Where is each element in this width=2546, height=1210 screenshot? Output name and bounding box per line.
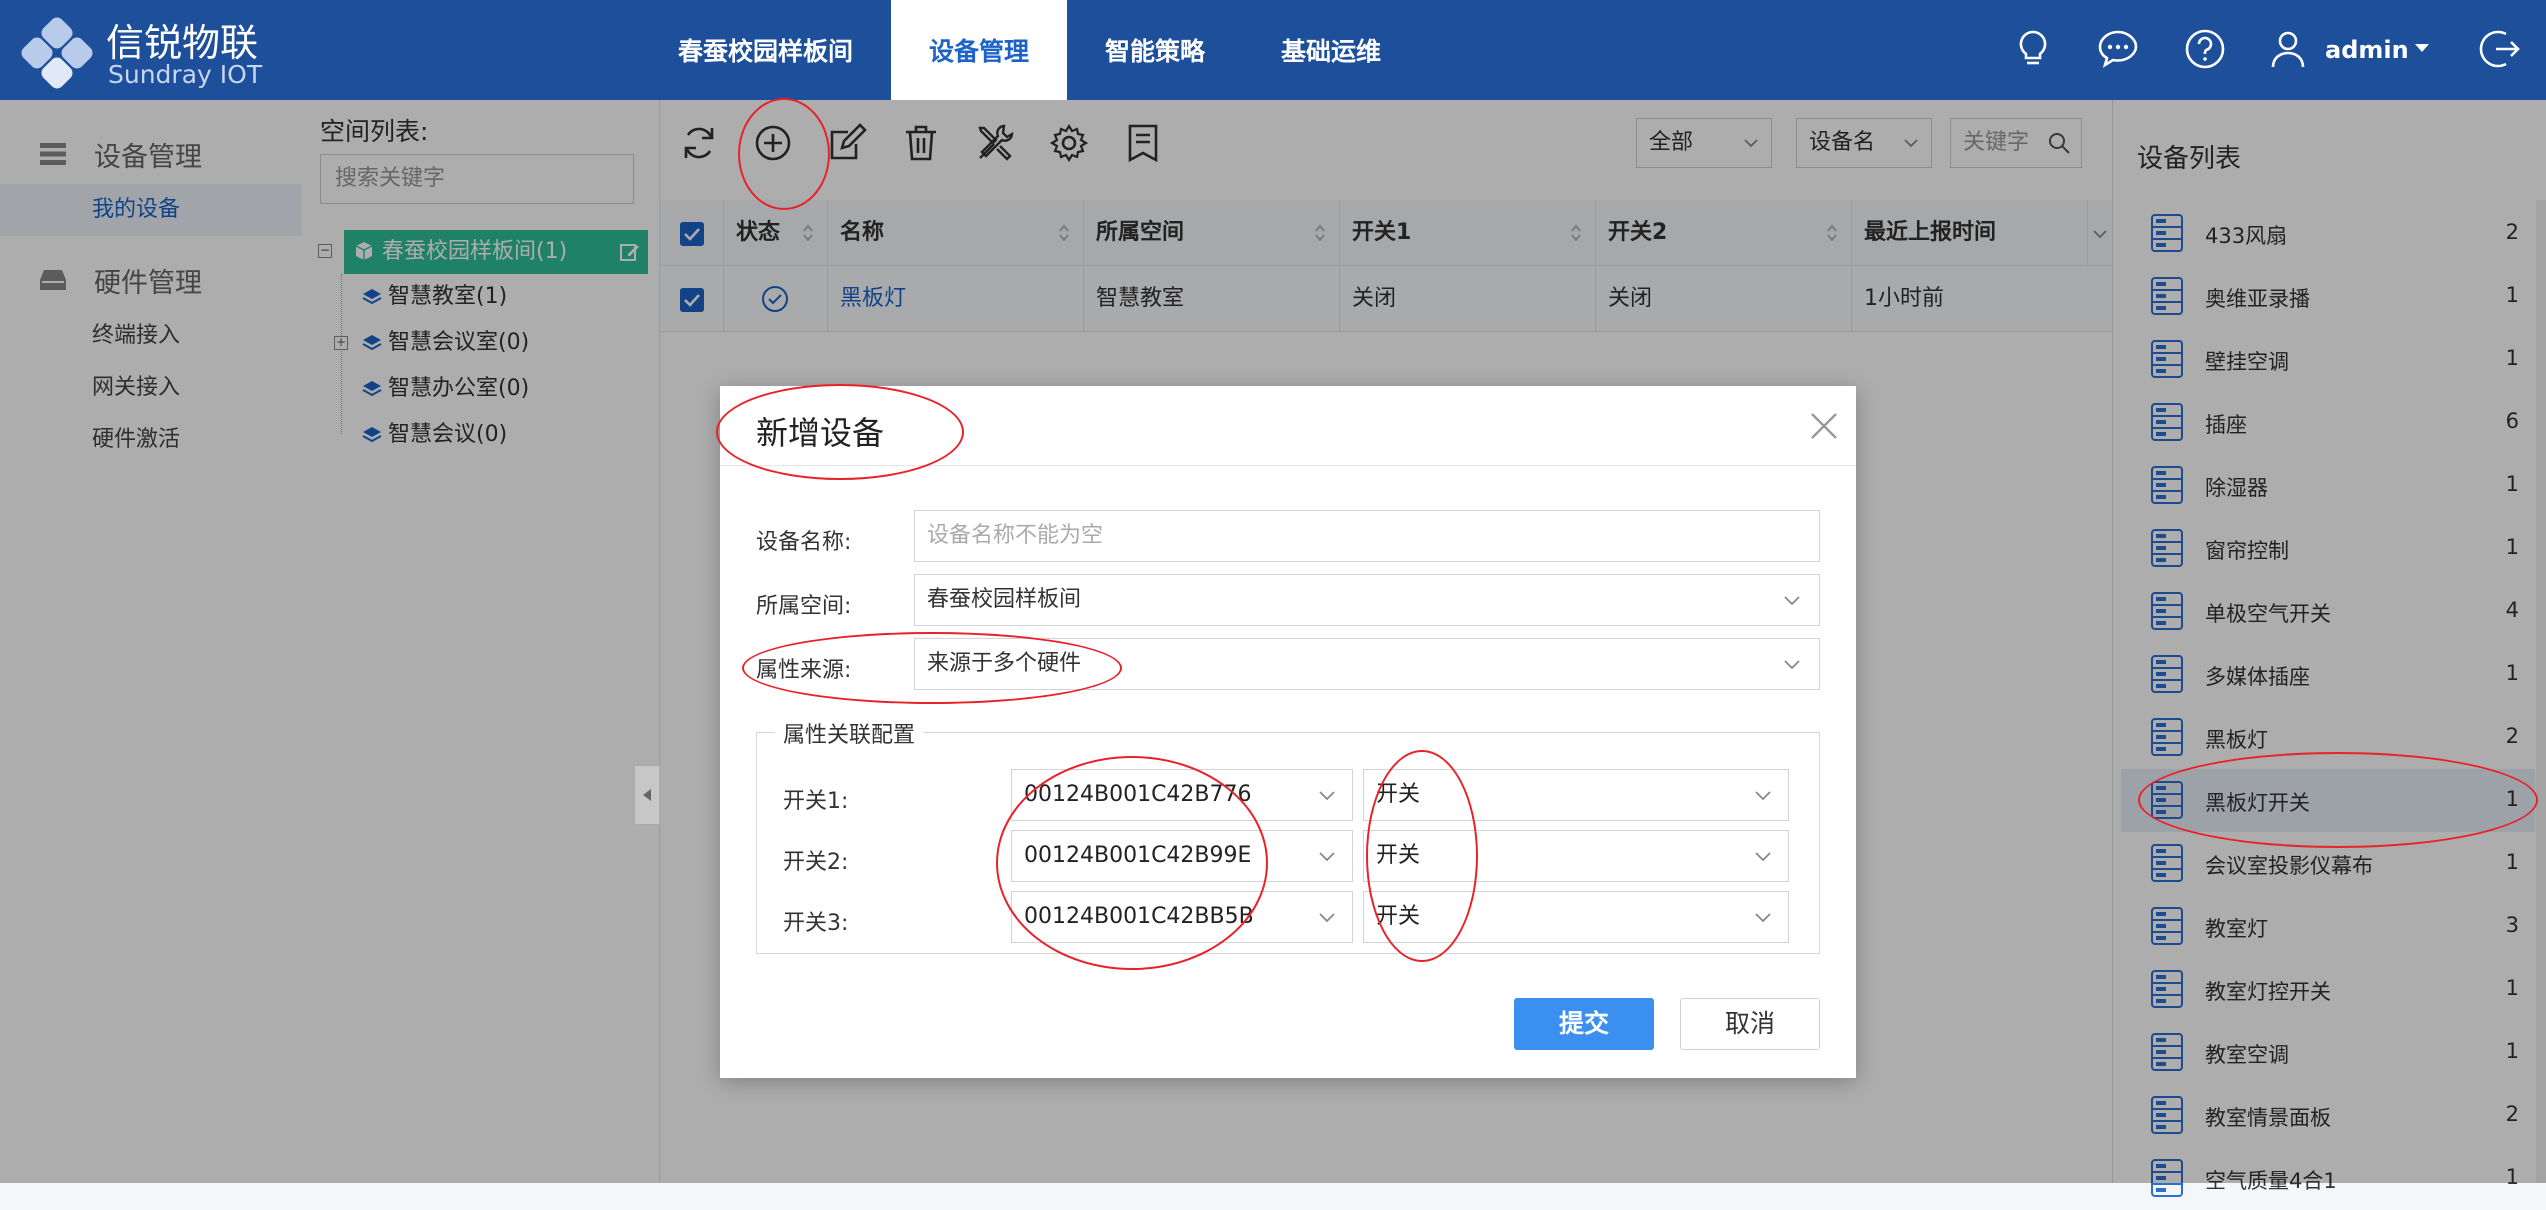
caret-down-icon[interactable] — [2412, 38, 2432, 58]
binding-hardware-select[interactable]: 00124B001C42B776 — [1011, 769, 1353, 821]
top-header: 信锐物联 Sundray IOT 春蚕校园样板间 设备管理 智能策略 基础运维 … — [0, 0, 2546, 100]
space-select-value: 春蚕校园样板间 — [927, 587, 1082, 612]
chevron-down-icon — [1755, 852, 1771, 862]
chevron-down-icon — [1784, 660, 1800, 670]
submit-button[interactable]: 提交 — [1514, 998, 1654, 1050]
space-label: 所属空间: — [756, 594, 852, 619]
cancel-button[interactable]: 取消 — [1680, 998, 1820, 1050]
source-select[interactable]: 来源于多个硬件 — [914, 638, 1820, 690]
chevron-down-icon — [1784, 596, 1800, 606]
chevron-left-icon — [643, 789, 651, 801]
binding-attribute-select[interactable]: 开关 — [1363, 891, 1789, 943]
username[interactable]: admin — [2325, 36, 2409, 64]
chevron-down-icon — [1319, 791, 1335, 801]
lightbulb-icon[interactable] — [2010, 26, 2056, 72]
dialog-header: 新增设备 — [720, 386, 1856, 466]
device-name-input[interactable]: 设备名称不能为空 — [914, 510, 1820, 562]
binding-label: 开关1: — [783, 789, 849, 814]
binding-attribute-select[interactable]: 开关 — [1363, 830, 1789, 882]
attribute-binding-title: 属性关联配置 — [775, 717, 924, 749]
tab-device-management[interactable]: 设备管理 — [891, 0, 1068, 100]
binding-attribute-value: 开关 — [1376, 843, 1421, 868]
device-name-label: 设备名称: — [756, 530, 852, 555]
binding-attribute-value: 开关 — [1376, 904, 1421, 929]
chevron-down-icon — [1319, 852, 1335, 862]
binding-hardware-select[interactable]: 00124B001C42BB5B — [1011, 891, 1353, 943]
chevron-down-icon — [1319, 913, 1335, 923]
close-icon[interactable] — [1808, 410, 1840, 442]
add-device-dialog: 新增设备 设备名称: 设备名称不能为空 所属空间: 春蚕校园样板间 属性来源: … — [720, 386, 1856, 1078]
user-icon[interactable] — [2265, 26, 2311, 72]
brand-subtitle: Sundray IOT — [108, 60, 263, 89]
binding-label: 开关2: — [783, 850, 849, 875]
panel-collapse-handle[interactable] — [634, 765, 660, 825]
tab-basic-ops[interactable]: 基础运维 — [1243, 0, 1419, 100]
binding-attribute-select[interactable]: 开关 — [1363, 769, 1789, 821]
chevron-down-icon — [1755, 791, 1771, 801]
logout-icon[interactable] — [2478, 26, 2524, 72]
brand-logo[interactable]: 信锐物联 Sundray IOT — [18, 10, 262, 92]
attribute-binding-group: 属性关联配置 开关1: 00124B001C42B776 开关 开关2: 001… — [756, 717, 1820, 954]
dialog-title: 新增设备 — [756, 414, 885, 452]
tab-campus-showroom[interactable]: 春蚕校园样板间 — [640, 0, 891, 100]
space-select[interactable]: 春蚕校园样板间 — [914, 574, 1820, 626]
chevron-down-icon — [1755, 913, 1771, 923]
binding-label: 开关3: — [783, 911, 849, 936]
brand-name: 信锐物联 — [106, 21, 259, 65]
help-icon[interactable] — [2182, 26, 2228, 72]
binding-hardware-value: 00124B001C42BB5B — [1024, 904, 1254, 929]
binding-hardware-value: 00124B001C42B99E — [1024, 843, 1252, 868]
main-nav: 春蚕校园样板间 设备管理 智能策略 基础运维 — [640, 0, 1419, 100]
chat-icon[interactable] — [2095, 26, 2141, 72]
source-label: 属性来源: — [756, 658, 852, 683]
binding-attribute-value: 开关 — [1376, 782, 1421, 807]
logo-icon — [18, 14, 96, 92]
source-select-value: 来源于多个硬件 — [927, 651, 1082, 676]
binding-hardware-select[interactable]: 00124B001C42B99E — [1011, 830, 1353, 882]
binding-hardware-value: 00124B001C42B776 — [1024, 782, 1252, 807]
tab-smart-strategy[interactable]: 智能策略 — [1067, 0, 1243, 100]
